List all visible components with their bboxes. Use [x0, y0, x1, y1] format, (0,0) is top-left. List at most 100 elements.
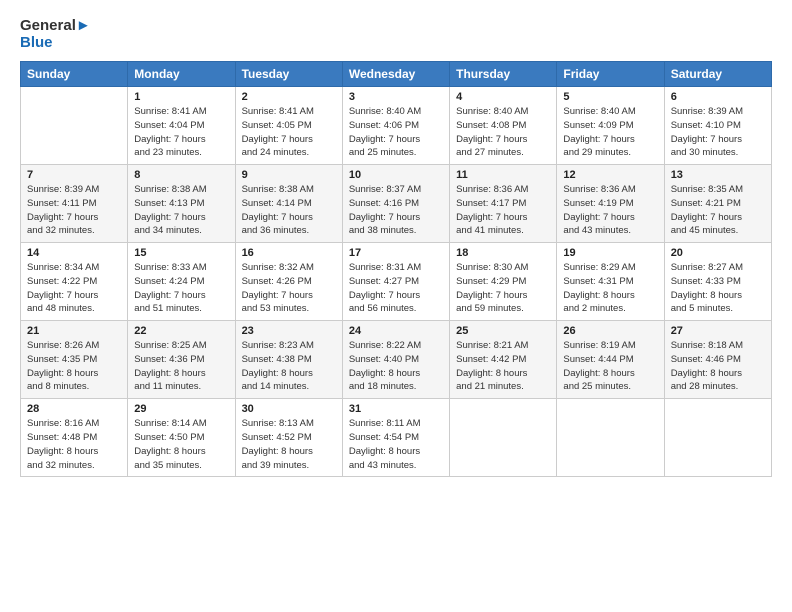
col-header-saturday: Saturday	[664, 62, 771, 87]
day-info: Sunrise: 8:30 AM Sunset: 4:29 PM Dayligh…	[456, 261, 550, 316]
calendar-week-row: 21Sunrise: 8:26 AM Sunset: 4:35 PM Dayli…	[21, 321, 772, 399]
calendar-cell: 17Sunrise: 8:31 AM Sunset: 4:27 PM Dayli…	[342, 243, 449, 321]
calendar-cell: 15 Sunrise: 8:33 AM Sunset: 4:24 PM Dayli…	[128, 243, 235, 321]
day-number: 6	[671, 91, 765, 103]
day-info: Sunrise: 8:13 AM Sunset: 4:52 PM Dayligh…	[242, 417, 336, 472]
day-number: 3	[349, 91, 443, 103]
day-info: Sunrise: 8:31 AM Sunset: 4:27 PM Dayligh…	[349, 261, 443, 316]
calendar-cell: 10Sunrise: 8:37 AM Sunset: 4:16 PM Dayli…	[342, 165, 449, 243]
calendar-cell: 21Sunrise: 8:26 AM Sunset: 4:35 PM Dayli…	[21, 321, 128, 399]
col-header-monday: Monday	[128, 62, 235, 87]
calendar-cell: 12 Sunrise: 8:36 AM Sunset: 4:19 PM Dayli…	[557, 165, 664, 243]
day-number: 20	[671, 247, 765, 259]
calendar-cell: 20Sunrise: 8:27 AM Sunset: 4:33 PM Dayli…	[664, 243, 771, 321]
calendar-cell: 16 Sunrise: 8:32 AM Sunset: 4:26 PM Dayli…	[235, 243, 342, 321]
day-info: Sunrise: 8:36 AM Sunset: 4:19 PM Dayligh…	[563, 183, 657, 238]
day-info: Sunrise: 8:23 AM Sunset: 4:38 PM Dayligh…	[242, 339, 336, 394]
calendar-cell: 31 Sunrise: 8:11 AM Sunset: 4:54 PM Dayli…	[342, 399, 449, 477]
day-number: 9	[242, 169, 336, 181]
calendar-cell: 7Sunrise: 8:39 AM Sunset: 4:11 PM Daylig…	[21, 165, 128, 243]
day-info: Sunrise: 8:29 AM Sunset: 4:31 PM Dayligh…	[563, 261, 657, 316]
day-number: 8	[134, 169, 228, 181]
calendar-cell: 14 Sunrise: 8:34 AM Sunset: 4:22 PM Dayli…	[21, 243, 128, 321]
day-number: 27	[671, 325, 765, 337]
day-info: Sunrise: 8:41 AM Sunset: 4:05 PM Dayligh…	[242, 105, 336, 160]
col-header-friday: Friday	[557, 62, 664, 87]
calendar-cell: 23 Sunrise: 8:23 AM Sunset: 4:38 PM Dayli…	[235, 321, 342, 399]
calendar-cell: 2 Sunrise: 8:41 AM Sunset: 4:05 PM Daylig…	[235, 87, 342, 165]
day-number: 1	[134, 91, 228, 103]
day-number: 22	[134, 325, 228, 337]
calendar-cell: 22Sunrise: 8:25 AM Sunset: 4:36 PM Dayli…	[128, 321, 235, 399]
day-number: 28	[27, 403, 121, 415]
day-info: Sunrise: 8:40 AM Sunset: 4:08 PM Dayligh…	[456, 105, 550, 160]
day-number: 25	[456, 325, 550, 337]
day-info: Sunrise: 8:19 AM Sunset: 4:44 PM Dayligh…	[563, 339, 657, 394]
day-info: Sunrise: 8:34 AM Sunset: 4:22 PM Dayligh…	[27, 261, 121, 316]
calendar-cell: 11 Sunrise: 8:36 AM Sunset: 4:17 PM Dayli…	[450, 165, 557, 243]
calendar-header-row: SundayMondayTuesdayWednesdayThursdayFrid…	[21, 62, 772, 87]
calendar-cell: 18 Sunrise: 8:30 AM Sunset: 4:29 PM Dayli…	[450, 243, 557, 321]
day-info: Sunrise: 8:35 AM Sunset: 4:21 PM Dayligh…	[671, 183, 765, 238]
day-number: 31	[349, 403, 443, 415]
calendar-page: General► Blue SundayMondayTuesdayWednesd…	[0, 0, 792, 612]
day-info: Sunrise: 8:33 AM Sunset: 4:24 PM Dayligh…	[134, 261, 228, 316]
day-number: 15	[134, 247, 228, 259]
day-number: 5	[563, 91, 657, 103]
col-header-wednesday: Wednesday	[342, 62, 449, 87]
day-info: Sunrise: 8:16 AM Sunset: 4:48 PM Dayligh…	[27, 417, 121, 472]
calendar-week-row: 14 Sunrise: 8:34 AM Sunset: 4:22 PM Dayli…	[21, 243, 772, 321]
day-info: Sunrise: 8:41 AM Sunset: 4:04 PM Dayligh…	[134, 105, 228, 160]
calendar-cell: 1 Sunrise: 8:41 AM Sunset: 4:04 PM Daylig…	[128, 87, 235, 165]
calendar-cell	[450, 399, 557, 477]
day-number: 30	[242, 403, 336, 415]
calendar-cell: 25Sunrise: 8:21 AM Sunset: 4:42 PM Dayli…	[450, 321, 557, 399]
day-info: Sunrise: 8:18 AM Sunset: 4:46 PM Dayligh…	[671, 339, 765, 394]
calendar-cell: 8 Sunrise: 8:38 AM Sunset: 4:13 PM Daylig…	[128, 165, 235, 243]
calendar-cell: 13 Sunrise: 8:35 AM Sunset: 4:21 PM Dayli…	[664, 165, 771, 243]
day-info: Sunrise: 8:14 AM Sunset: 4:50 PM Dayligh…	[134, 417, 228, 472]
day-info: Sunrise: 8:37 AM Sunset: 4:16 PM Dayligh…	[349, 183, 443, 238]
day-info: Sunrise: 8:39 AM Sunset: 4:10 PM Dayligh…	[671, 105, 765, 160]
day-number: 18	[456, 247, 550, 259]
day-number: 2	[242, 91, 336, 103]
day-number: 7	[27, 169, 121, 181]
calendar-cell: 5 Sunrise: 8:40 AM Sunset: 4:09 PM Daylig…	[557, 87, 664, 165]
day-number: 24	[349, 325, 443, 337]
day-number: 11	[456, 169, 550, 181]
day-number: 4	[456, 91, 550, 103]
day-number: 14	[27, 247, 121, 259]
calendar-table: SundayMondayTuesdayWednesdayThursdayFrid…	[20, 61, 772, 477]
calendar-cell: 6 Sunrise: 8:39 AM Sunset: 4:10 PM Daylig…	[664, 87, 771, 165]
calendar-cell: 27 Sunrise: 8:18 AM Sunset: 4:46 PM Dayli…	[664, 321, 771, 399]
col-header-tuesday: Tuesday	[235, 62, 342, 87]
day-info: Sunrise: 8:36 AM Sunset: 4:17 PM Dayligh…	[456, 183, 550, 238]
calendar-cell: 28 Sunrise: 8:16 AM Sunset: 4:48 PM Dayli…	[21, 399, 128, 477]
day-number: 16	[242, 247, 336, 259]
logo-text-blue: Blue	[20, 35, 53, 52]
logo-text-general: General►	[20, 18, 91, 35]
day-info: Sunrise: 8:26 AM Sunset: 4:35 PM Dayligh…	[27, 339, 121, 394]
day-info: Sunrise: 8:40 AM Sunset: 4:09 PM Dayligh…	[563, 105, 657, 160]
day-number: 23	[242, 325, 336, 337]
calendar-cell: 24Sunrise: 8:22 AM Sunset: 4:40 PM Dayli…	[342, 321, 449, 399]
day-info: Sunrise: 8:38 AM Sunset: 4:13 PM Dayligh…	[134, 183, 228, 238]
calendar-cell: 30 Sunrise: 8:13 AM Sunset: 4:52 PM Dayli…	[235, 399, 342, 477]
calendar-cell: 19 Sunrise: 8:29 AM Sunset: 4:31 PM Dayli…	[557, 243, 664, 321]
day-info: Sunrise: 8:11 AM Sunset: 4:54 PM Dayligh…	[349, 417, 443, 472]
day-info: Sunrise: 8:32 AM Sunset: 4:26 PM Dayligh…	[242, 261, 336, 316]
calendar-cell: 4 Sunrise: 8:40 AM Sunset: 4:08 PM Daylig…	[450, 87, 557, 165]
logo-mark: General► Blue	[20, 18, 91, 51]
day-number: 13	[671, 169, 765, 181]
calendar-week-row: 1 Sunrise: 8:41 AM Sunset: 4:04 PM Daylig…	[21, 87, 772, 165]
page-header: General► Blue	[20, 18, 772, 51]
calendar-cell: 26Sunrise: 8:19 AM Sunset: 4:44 PM Dayli…	[557, 321, 664, 399]
day-number: 19	[563, 247, 657, 259]
day-number: 12	[563, 169, 657, 181]
calendar-cell: 3 Sunrise: 8:40 AM Sunset: 4:06 PM Daylig…	[342, 87, 449, 165]
day-info: Sunrise: 8:38 AM Sunset: 4:14 PM Dayligh…	[242, 183, 336, 238]
day-info: Sunrise: 8:40 AM Sunset: 4:06 PM Dayligh…	[349, 105, 443, 160]
calendar-cell	[21, 87, 128, 165]
calendar-cell	[664, 399, 771, 477]
day-number: 29	[134, 403, 228, 415]
